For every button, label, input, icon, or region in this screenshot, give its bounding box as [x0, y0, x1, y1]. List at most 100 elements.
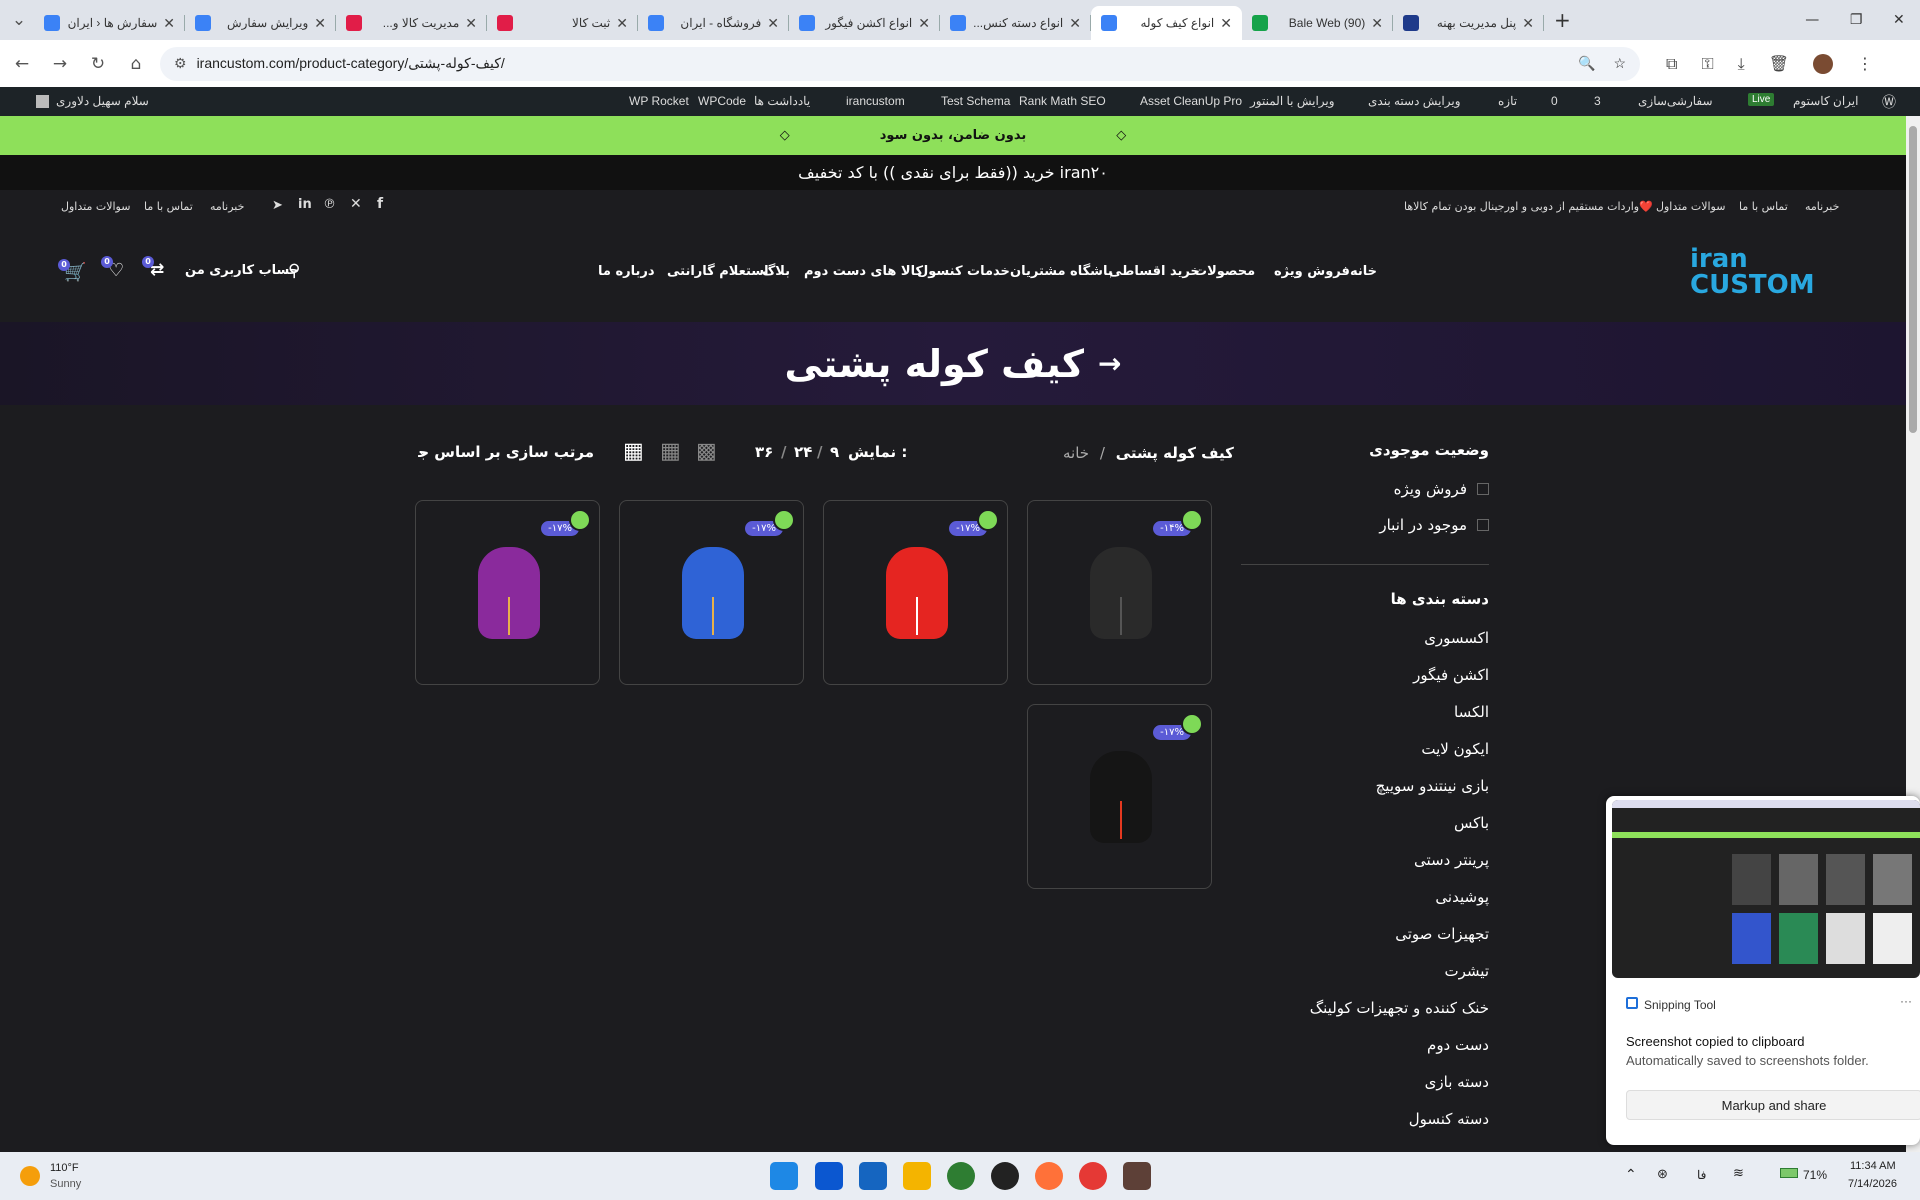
product-card[interactable]: -۱۷% — [415, 500, 600, 685]
more-options-icon[interactable]: ··· — [1900, 994, 1912, 1008]
product-card[interactable]: -۱۷% — [823, 500, 1008, 685]
count-24[interactable]: ۲۴ — [794, 443, 812, 461]
telegram-icon[interactable]: ➤ — [272, 198, 283, 213]
admin-item-edit-category[interactable]: ویرایش دسته بندی — [1368, 94, 1461, 108]
grid-2-icon[interactable]: ▩ — [696, 439, 717, 464]
firefox-icon[interactable] — [1035, 1162, 1063, 1190]
input-language[interactable]: فا — [1697, 1168, 1706, 1182]
reload-icon[interactable]: ↻ — [82, 48, 114, 80]
bookmark-star-icon[interactable]: ☆ — [1613, 55, 1626, 72]
top-link-newsletter-left[interactable]: خبرنامه — [210, 200, 244, 213]
wifi-icon[interactable]: ≋ — [1733, 1165, 1744, 1181]
browser-tab[interactable]: ویرایش سفارش ✕ — [185, 6, 336, 40]
browser-tab[interactable]: Bale Web (90) ✕ — [1242, 6, 1393, 40]
snipping-tool-notification[interactable]: Snipping Tool ··· Screenshot copied to c… — [1606, 796, 1920, 1145]
browser-tab[interactable]: پنل مدیریت بهنه ✕ — [1393, 6, 1544, 40]
category-link[interactable]: ایکون لایت — [1421, 740, 1489, 758]
admin-item-site[interactable]: irancustom — [846, 94, 905, 108]
top-link-faq-right[interactable]: سوالات متداول — [1656, 200, 1725, 213]
category-link[interactable]: دست دوم — [1427, 1036, 1489, 1054]
browser-tab[interactable]: انواع اکشن فیگور ✕ — [789, 6, 940, 40]
category-link[interactable]: اکسسوری — [1424, 629, 1489, 647]
chrome-icon[interactable] — [1079, 1162, 1107, 1190]
facebook-icon[interactable]: f — [377, 196, 383, 212]
browser-tab[interactable]: سفارش ها ‹ ایران ✕ — [34, 6, 185, 40]
stock-option-special[interactable]: فروش ویژه — [1394, 480, 1489, 498]
password-key-icon[interactable]: ⚿ — [1701, 54, 1713, 74]
weather-sun-icon[interactable] — [20, 1166, 40, 1186]
breadcrumb-home[interactable]: خانه — [1063, 444, 1089, 462]
trash-icon[interactable]: 🗑 — [1769, 54, 1789, 74]
category-link[interactable]: تجهیزات صوتی — [1395, 925, 1489, 943]
browser-tab[interactable]: انواع کیف کوله ✕ — [1091, 6, 1242, 40]
admin-item-elementor[interactable]: ویرایش با المنتور — [1250, 94, 1335, 108]
home-icon[interactable]: ⌂ — [120, 48, 152, 80]
product-card[interactable]: -۱۷% — [1027, 704, 1212, 889]
category-link[interactable]: الکسا — [1454, 703, 1489, 721]
nav-warranty[interactable]: استعلام گارانتی — [667, 264, 769, 279]
battery-icon[interactable] — [1780, 1168, 1798, 1178]
count-36[interactable]: ۳۶ — [755, 443, 773, 461]
minimize-button[interactable]: — — [1805, 12, 1819, 28]
clock-date[interactable]: 7/14/2026 — [1848, 1178, 1897, 1190]
count-9[interactable]: ۹ — [830, 443, 839, 461]
site-info-icon[interactable]: ⚙ — [174, 55, 187, 72]
new-tab-button[interactable]: + — [1554, 8, 1571, 32]
tab-close-icon[interactable]: ✕ — [1522, 15, 1534, 32]
category-link[interactable]: دسته بازی — [1425, 1073, 1489, 1091]
admin-item-rankmath[interactable]: Rank Math SEO — [1019, 94, 1106, 108]
downloads-icon[interactable]: ⤓ — [1738, 54, 1745, 74]
top-link-faq-left[interactable]: سوالات متداول — [61, 200, 130, 213]
backpack-image[interactable] — [1090, 547, 1152, 639]
nav-blog[interactable]: بلاگ — [762, 264, 790, 279]
admin-item-wpcode[interactable]: WPCode — [698, 94, 746, 108]
browser-tab[interactable]: مدیریت کالا و... ✕ — [336, 6, 487, 40]
tray-chevron-icon[interactable]: ⌃ — [1625, 1166, 1637, 1183]
nav-products[interactable]: محصولات — [1194, 264, 1255, 279]
sort-dropdown[interactable]: مرتب سازی بر اساس جدید — [418, 443, 594, 461]
network-app-icon[interactable] — [947, 1162, 975, 1190]
start-icon[interactable] — [770, 1162, 798, 1190]
zoom-icon[interactable]: 🔍 — [1578, 55, 1595, 72]
category-link[interactable]: بازی نینتندو سوییچ — [1376, 777, 1489, 795]
tab-close-icon[interactable]: ✕ — [1069, 15, 1081, 32]
forward-icon[interactable]: → — [44, 48, 76, 80]
top-link-newsletter-right[interactable]: خبرنامه — [1805, 200, 1839, 213]
menu-icon[interactable]: ⋮ — [1857, 54, 1873, 74]
category-link[interactable]: پرینتر دستی — [1414, 851, 1489, 869]
nav-special-sale[interactable]: فروش ویژه — [1274, 264, 1350, 279]
nav-club[interactable]: باشگاه مشتریان — [1010, 264, 1113, 279]
clock-time[interactable]: 11:34 AM — [1850, 1160, 1896, 1172]
linkedin-icon[interactable]: in — [298, 197, 312, 212]
admin-item-notes[interactable]: یادداشت ها — [754, 94, 810, 108]
account-link[interactable]: حساب کاربری من — [185, 263, 299, 278]
nav-about[interactable]: درباره ما — [598, 264, 655, 279]
top-link-contact-left[interactable]: تماس با ما — [144, 200, 193, 213]
url-field[interactable]: ⚙ irancustom.com/product-category/کیف-کو… — [160, 46, 1640, 81]
tab-close-icon[interactable]: ✕ — [465, 15, 477, 32]
nav-installments[interactable]: خرید اقساطی — [1109, 264, 1200, 279]
tab-close-icon[interactable]: ✕ — [314, 15, 326, 32]
browser-tab[interactable]: ثبت کالا ✕ — [487, 6, 638, 40]
admin-item-site-name[interactable]: ایران کاستوم — [1793, 94, 1858, 108]
scrollbar-thumb[interactable] — [1909, 126, 1917, 433]
x-icon[interactable]: ✕ — [350, 196, 362, 212]
media-player-icon[interactable] — [991, 1162, 1019, 1190]
nav-home[interactable]: خانه — [1350, 264, 1377, 279]
admin-item-assetcleanup[interactable]: Asset CleanUp Pro — [1140, 94, 1242, 108]
tray-app-icon[interactable]: ⊛ — [1657, 1166, 1668, 1182]
admin-item-wprocket[interactable]: WP Rocket — [629, 94, 689, 108]
file-explorer-icon[interactable] — [903, 1162, 931, 1190]
admin-item-comments[interactable]: 0 — [1551, 94, 1558, 108]
checkbox[interactable] — [1477, 519, 1489, 531]
stock-option-instock[interactable]: موجود در انبار — [1379, 516, 1489, 534]
profile-avatar[interactable] — [1813, 53, 1834, 74]
restore-button[interactable]: ❐ — [1850, 12, 1863, 28]
store-icon[interactable] — [815, 1162, 843, 1190]
category-link[interactable]: خنک کننده و تجهیزات کولینگ — [1310, 999, 1489, 1017]
nav-console-services[interactable]: خدمات کنسول — [917, 264, 1010, 279]
category-link[interactable]: تیشرت — [1445, 962, 1489, 980]
product-card[interactable]: -۱۴% — [1027, 500, 1212, 685]
category-link[interactable]: پوشیدنی — [1435, 888, 1489, 906]
admin-item-customize[interactable]: سفارشی‌سازی — [1638, 94, 1713, 108]
